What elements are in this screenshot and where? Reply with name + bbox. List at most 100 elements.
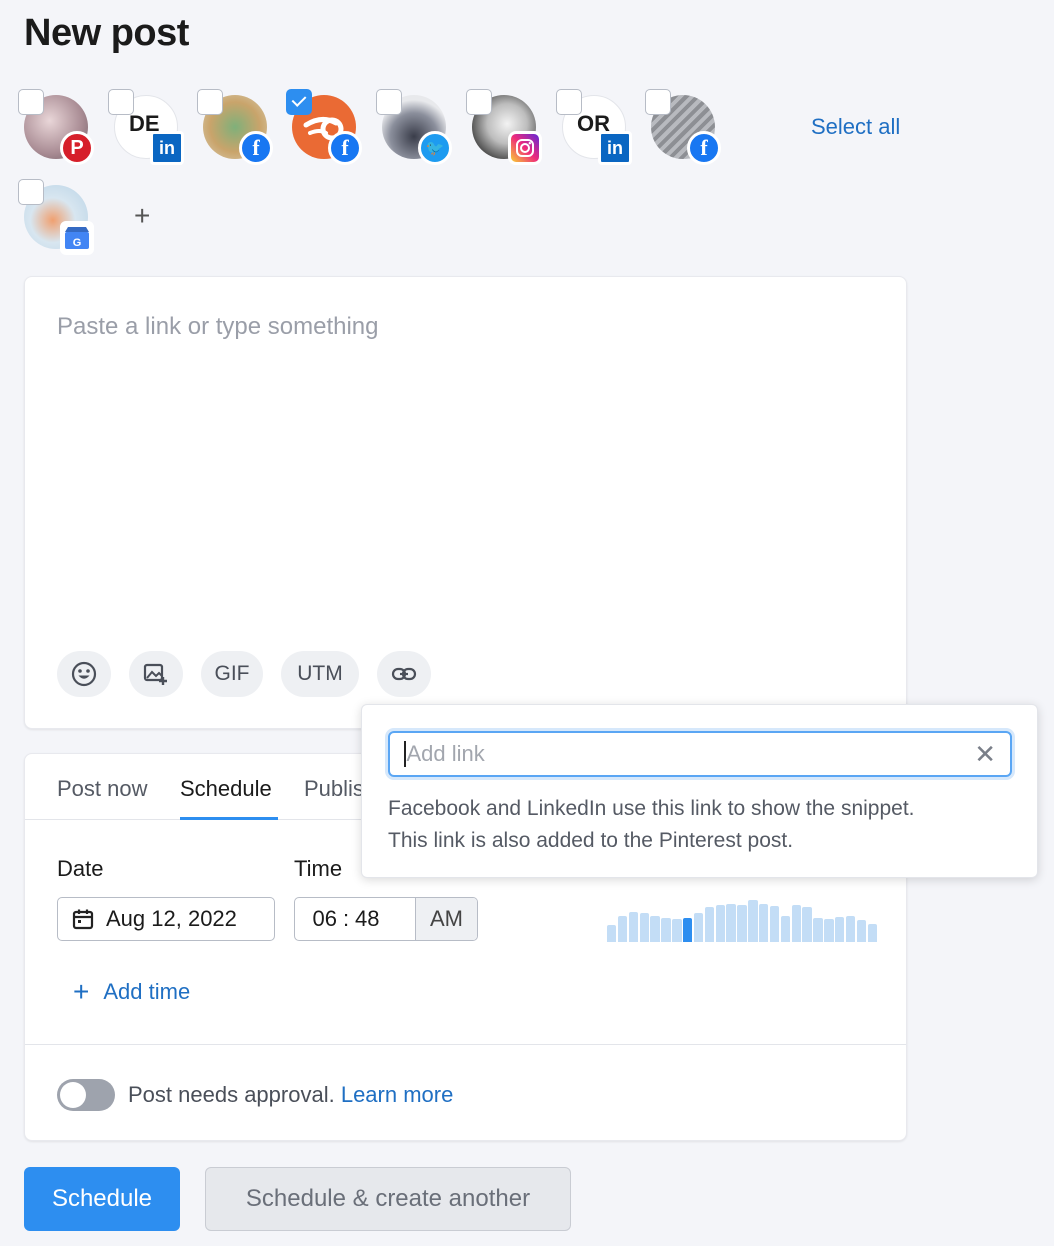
activity-bar [704, 907, 715, 942]
image-add-icon [143, 663, 167, 685]
date-value: Aug 12, 2022 [106, 906, 237, 931]
link-button[interactable] [377, 651, 431, 697]
text-caret [404, 741, 406, 767]
tab-publish[interactable]: Publis [304, 776, 364, 802]
account-instagram[interactable] [466, 89, 542, 165]
link-icon [391, 667, 417, 681]
approval-text: Post needs approval. Learn more [128, 1082, 453, 1108]
activity-bar [824, 918, 834, 942]
account-checkbox[interactable] [466, 89, 492, 115]
activity-bar [845, 915, 856, 942]
instagram-icon [508, 131, 542, 165]
add-account-button[interactable]: + [134, 200, 150, 232]
toggle-knob [60, 1082, 86, 1108]
post-editor[interactable]: Paste a link or type something GIF UTM [24, 276, 907, 729]
gif-button[interactable]: GIF [201, 651, 263, 697]
account-twitter[interactable]: 🐦 [376, 89, 452, 165]
twitter-icon: 🐦 [418, 131, 452, 165]
emoji-button[interactable] [57, 651, 111, 697]
time-minute[interactable]: 48 [355, 906, 397, 932]
activity-bar [715, 904, 725, 942]
account-facebook-3[interactable]: f [645, 89, 721, 165]
activity-bar [748, 899, 758, 942]
help-line-1: Facebook and LinkedIn use this link to s… [388, 797, 915, 820]
select-all-link[interactable]: Select all [811, 114, 900, 140]
link-input[interactable]: Add link ✕ [388, 731, 1012, 777]
account-checkbox[interactable] [18, 179, 44, 205]
account-pinterest[interactable]: P [18, 89, 94, 165]
schedule-button[interactable]: Schedule [24, 1167, 180, 1231]
account-checkbox[interactable] [645, 89, 671, 115]
emoji-icon [71, 661, 97, 687]
tab-post-now[interactable]: Post now [57, 776, 148, 802]
link-input-placeholder: Add link [406, 741, 485, 766]
linkedin-icon: in [150, 131, 184, 165]
editor-placeholder: Paste a link or type something [57, 313, 379, 340]
activity-bar [617, 915, 628, 942]
add-time-button[interactable]: + Add time [73, 976, 190, 1008]
editor-toolbar: GIF UTM [57, 651, 431, 697]
activity-bar [835, 917, 845, 942]
linkedin-icon: in [598, 131, 632, 165]
activity-bar [802, 907, 812, 942]
time-label: Time [294, 856, 343, 881]
activity-bar [791, 904, 801, 942]
account-checkbox[interactable] [197, 89, 223, 115]
account-checkbox[interactable] [108, 89, 134, 115]
approval-toggle[interactable] [57, 1079, 115, 1111]
account-checkbox[interactable] [18, 89, 44, 115]
date-label: Date [57, 856, 104, 881]
activity-bar [661, 918, 671, 942]
activity-bar [726, 903, 736, 942]
activity-bar [769, 906, 780, 942]
page-title: New post [24, 12, 189, 54]
activity-bar [650, 915, 660, 942]
add-image-button[interactable] [129, 651, 183, 697]
activity-bar [607, 925, 617, 942]
time-separator: : [342, 906, 350, 931]
google-business-icon: G [60, 221, 94, 255]
account-linkedin-or[interactable]: OR in [556, 89, 632, 165]
activity-bar [639, 913, 649, 942]
facebook-icon: f [239, 131, 273, 165]
active-tab-indicator [180, 817, 278, 820]
activity-bar [867, 923, 877, 942]
clear-icon[interactable]: ✕ [974, 739, 996, 770]
learn-more-link[interactable]: Learn more [341, 1082, 454, 1107]
divider [25, 1044, 906, 1045]
schedule-create-another-button[interactable]: Schedule & create another [205, 1167, 571, 1231]
utm-button[interactable]: UTM [281, 651, 359, 697]
account-linkedin-de[interactable]: DE in [108, 89, 184, 165]
calendar-icon [72, 909, 94, 930]
time-picker[interactable]: 06 : 48 AM [294, 897, 478, 941]
ampm-toggle[interactable]: AM [415, 898, 477, 940]
time-hour[interactable]: 06 [295, 906, 337, 932]
activity-bar [737, 904, 747, 942]
add-link-popover: Add link ✕ Facebook and LinkedIn use thi… [361, 704, 1038, 878]
best-time-activity-chart [607, 894, 877, 942]
activity-bar [759, 903, 769, 942]
svg-text:G: G [73, 237, 82, 249]
facebook-icon: f [328, 131, 362, 165]
date-picker[interactable]: Aug 12, 2022 [57, 897, 275, 941]
approval-label: Post needs approval. [128, 1082, 335, 1107]
tab-schedule[interactable]: Schedule [180, 776, 272, 802]
plus-icon: + [73, 976, 90, 1007]
help-line-2: This link is also added to the Pinterest… [388, 829, 794, 852]
activity-bar [813, 918, 823, 942]
add-time-label: Add time [103, 979, 191, 1004]
activity-bar [683, 918, 693, 942]
pinterest-icon: P [60, 131, 94, 165]
account-google-business[interactable]: G [18, 179, 94, 255]
link-help-text: Facebook and LinkedIn use this link to s… [388, 793, 915, 857]
activity-bar [672, 918, 682, 942]
activity-bar [628, 912, 639, 942]
activity-bar [856, 920, 867, 942]
account-checkbox[interactable] [556, 89, 582, 115]
activity-bar [780, 915, 791, 942]
account-facebook-1[interactable]: f [197, 89, 273, 165]
facebook-icon: f [687, 131, 721, 165]
account-checkbox-checked[interactable] [286, 89, 312, 115]
account-facebook-2[interactable]: f [286, 89, 362, 165]
account-checkbox[interactable] [376, 89, 402, 115]
